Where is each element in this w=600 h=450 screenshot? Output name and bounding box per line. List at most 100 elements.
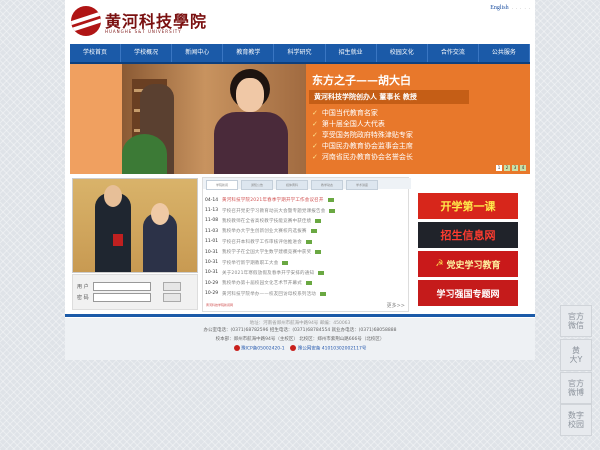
news-item[interactable]: 10-31 我校学子在全国大学生数学建模竞赛中获奖 xyxy=(205,247,405,257)
banner-subtitle: 黄河科技学院创办人 董事长 教授 xyxy=(309,90,469,104)
password-input[interactable] xyxy=(93,293,151,302)
new-badge-icon xyxy=(305,281,312,286)
footer-divider xyxy=(65,314,535,317)
party-emblem-icon: ☭ xyxy=(435,259,444,269)
hero-banner[interactable]: 东方之子——胡大白 黄河科技学院创办人 董事长 教授 ✓ 中国当代教育名家 ✓ 第十… xyxy=(70,64,530,174)
pager-dot[interactable]: 3 xyxy=(512,165,518,171)
footer: 地址：河南省郑州市航海中路94号 邮编：450063 办公室电话：(0371)6… xyxy=(65,318,535,360)
site-logo[interactable]: 黄河科技學院 HUANGHE S&T UNIVERSITY xyxy=(71,6,241,36)
footer-address: 地址：河南省郑州市航海中路94号 邮编：450063 xyxy=(249,321,351,326)
tab-news[interactable]: 学院新闻 xyxy=(206,180,238,190)
left-column: 用 户 密 码 xyxy=(70,177,198,312)
tab-notices[interactable]: 通知公告 xyxy=(241,180,273,190)
news-footnote[interactable]: 黄河科技学院新闻网 xyxy=(206,303,233,307)
news-item[interactable]: 11-01 学校召开本科教学工作审核评估推进会 xyxy=(205,237,405,247)
banner-bullet: ✓ 第十届全国人大代表 xyxy=(312,120,385,128)
new-badge-icon xyxy=(327,198,334,203)
check-icon: ✓ xyxy=(312,131,318,139)
top-link[interactable]: · xyxy=(516,6,517,11)
news-item[interactable]: 10-29 黄河科技学院举办——校友回访母校系列活动 xyxy=(205,289,405,299)
new-badge-icon xyxy=(318,270,325,275)
top-link[interactable]: · xyxy=(529,6,530,11)
banner-title: 东方之子——胡大白 xyxy=(312,74,411,87)
new-badge-icon xyxy=(282,260,289,265)
banner-edge xyxy=(70,64,125,174)
banner-bullet: ✓ 享受国务院政府特殊津贴专家 xyxy=(312,131,413,139)
more-link[interactable]: 更多>> xyxy=(387,302,405,309)
banner-bullet: ✓ 中国民办教育协会监事会主席 xyxy=(312,142,413,150)
login-button[interactable] xyxy=(163,282,181,291)
news-item[interactable]: 10-31 学校举行新学期教职工大会 xyxy=(205,257,405,267)
news-item[interactable]: 11-13 学校召开党史学习教育动员大会暨专题党课报告会 xyxy=(205,205,405,215)
side-weibo-button[interactable]: 官方 微博 xyxy=(560,372,592,404)
nav-item-news[interactable]: 新闻中心 xyxy=(172,44,224,62)
reset-button[interactable] xyxy=(163,293,181,302)
banner-bullets: ✓ 中国当代教育名家 ✓ 第十届全国人大代表 ✓ 享受国务院政府特殊津贴专家 ✓ 中国民… xyxy=(312,108,413,163)
side-wechat-button[interactable]: 官方 微信 xyxy=(560,305,592,337)
top-link[interactable]: · xyxy=(520,6,521,11)
password-label: 密 码 xyxy=(77,295,89,301)
logo-emblem-icon xyxy=(71,6,101,36)
police-link[interactable]: 豫公网安备 41010302002117号 xyxy=(298,347,367,352)
feature-party-history-button[interactable]: ☭ 党史学习教育 xyxy=(418,251,518,277)
tab-media[interactable]: 媒体黄科 xyxy=(276,180,308,190)
news-panel: 学院新闻 通知公告 媒体黄科 教学动态 学术讲座 04-14 黄河科技学院2021… xyxy=(202,177,411,312)
new-badge-icon xyxy=(305,239,312,244)
news-item[interactable]: 11-03 我校举办大学生创新创业大赛校内选拔赛 xyxy=(205,226,405,236)
emblem-icon xyxy=(233,345,240,351)
new-badge-icon xyxy=(315,250,322,255)
news-item[interactable]: 11-08 我校教师在全省高校教学技能竞赛中获佳绩 xyxy=(205,216,405,226)
top-link[interactable]: · xyxy=(524,6,525,11)
news-item[interactable]: 04-14 黄河科技学院2021年春季学期开学工作会议召开 xyxy=(205,195,405,205)
new-badge-icon xyxy=(310,229,317,234)
check-icon: ✓ xyxy=(312,142,318,150)
side-mascot-button[interactable]: 黄 大Y xyxy=(560,339,592,371)
tab-teaching[interactable]: 教学动态 xyxy=(311,180,343,190)
login-box: 用 户 密 码 xyxy=(72,274,198,310)
news-item[interactable]: 10-31 关于2021年寒假放假及春季开学安排的通知 xyxy=(205,268,405,278)
nav-item-teaching[interactable]: 教育教学 xyxy=(223,44,275,62)
username-row: 用 户 xyxy=(77,282,181,291)
banner-pager: 1 2 3 4 xyxy=(496,165,526,171)
side-digital-campus-button[interactable]: 数字 校园 xyxy=(560,404,592,436)
nav-item-home[interactable]: 学校首页 xyxy=(70,44,122,62)
top-link[interactable]: · xyxy=(512,6,513,11)
nav-item-research[interactable]: 科学研究 xyxy=(274,44,326,62)
news-item[interactable]: 10-29 我校举办第十届校园文化艺术节开幕式 xyxy=(205,278,405,288)
username-input[interactable] xyxy=(93,282,151,291)
english-link[interactable]: English xyxy=(490,5,508,11)
pager-dot[interactable]: 4 xyxy=(520,165,526,171)
pager-dot[interactable]: 1 xyxy=(496,165,502,171)
nav-item-about[interactable]: 学校概况 xyxy=(121,44,173,62)
banner-text-panel: 东方之子——胡大白 黄河科技学院创办人 董事长 教授 ✓ 中国当代教育名家 ✓ 第十… xyxy=(306,64,530,174)
header: 黄河科技學院 HUANGHE S&T UNIVERSITY English · … xyxy=(65,0,535,42)
check-icon: ✓ xyxy=(312,153,318,161)
new-badge-icon xyxy=(329,208,336,213)
feature-first-lesson-button[interactable]: 开学第一课 xyxy=(418,193,518,219)
nav-item-service[interactable]: 公共服务 xyxy=(479,44,530,62)
feature-admissions-button[interactable]: 招生信息网 xyxy=(418,222,518,248)
tab-lectures[interactable]: 学术讲座 xyxy=(346,180,378,190)
nav-item-culture[interactable]: 校园文化 xyxy=(377,44,428,62)
feature-xuexi-button[interactable]: 学习强国专题网 xyxy=(418,280,518,306)
new-badge-icon xyxy=(320,291,326,296)
footer-campus: 校本部：郑州市航海中路94号（主校区） 北校区：郑州市紫荆山路666号（北校区） xyxy=(215,337,385,342)
main-nav: 学校首页 学校概况 新闻中心 教育教学 科学研究 招生就业 校园文化 合作交流 … xyxy=(70,44,530,64)
icp-link[interactable]: 豫ICP备05002420-1 xyxy=(241,347,285,352)
banner-portrait-image xyxy=(122,64,307,174)
new-badge-icon xyxy=(315,218,322,223)
nav-item-cooperation[interactable]: 合作交流 xyxy=(428,44,479,62)
banner-bullet: ✓ 中国当代教育名家 xyxy=(312,109,378,117)
password-row: 密 码 xyxy=(77,293,181,302)
footer-phones: 办公室电话：(0371)68782596 招生电话：(0371)68784554… xyxy=(203,328,397,333)
nav-item-admission[interactable]: 招生就业 xyxy=(326,44,377,62)
news-tabs: 学院新闻 通知公告 媒体黄科 教学动态 学术讲座 xyxy=(203,178,411,190)
check-icon: ✓ xyxy=(312,109,318,117)
pager-dot[interactable]: 2 xyxy=(504,165,510,171)
check-icon: ✓ xyxy=(312,120,318,128)
footer-icp-row: 豫ICP备05002420-1 豫公网安备 41010302002117号 xyxy=(65,345,535,352)
page: 黄河科技學院 HUANGHE S&T UNIVERSITY English · … xyxy=(65,0,535,360)
leaders-photo[interactable] xyxy=(72,178,198,273)
banner-bullet: ✓ 河南省民办教育协会名誉会长 xyxy=(312,153,413,161)
logo-subtitle: HUANGHE S&T UNIVERSITY xyxy=(105,29,182,34)
